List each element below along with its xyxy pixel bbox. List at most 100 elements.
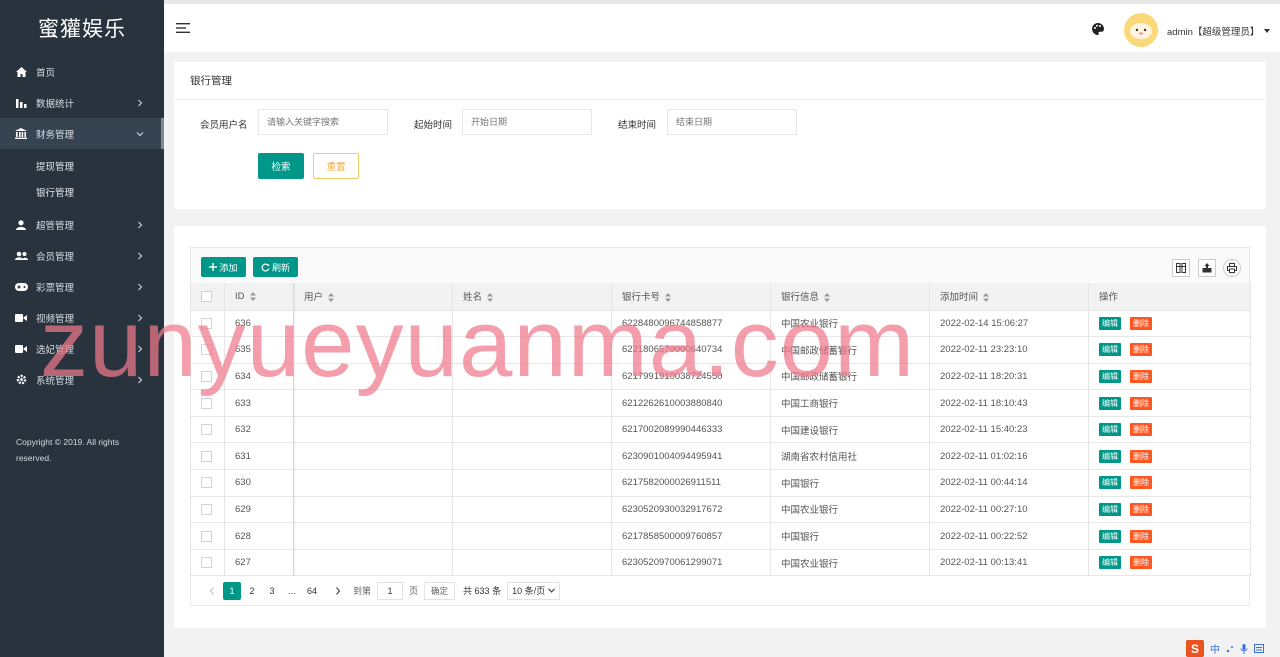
plus-icon [209, 263, 218, 271]
sidebar-item-label: 超管管理 [36, 220, 75, 232]
edit-button[interactable]: 编辑 [1099, 556, 1121, 570]
prev-page-button[interactable] [203, 582, 221, 600]
top-bar: admin【超级管理员】 [164, 0, 1280, 52]
sidebar-item-select[interactable]: 选妃管理 [0, 333, 164, 364]
member-search-input[interactable] [258, 109, 388, 135]
sidebar-item-members[interactable]: 会员管理 [0, 240, 164, 271]
add-button-label: 添加 [219, 262, 238, 273]
delete-button[interactable]: 删除 [1130, 316, 1152, 330]
edit-button[interactable]: 编辑 [1099, 449, 1121, 463]
menu-toggle-icon[interactable] [176, 22, 190, 34]
row-checkbox[interactable] [201, 317, 212, 329]
delete-button[interactable]: 删除 [1130, 449, 1152, 463]
cell-card: 6217858500009760857 [611, 522, 771, 550]
add-button[interactable]: 添加 [201, 257, 246, 277]
search-button[interactable]: 检索 [258, 153, 304, 179]
edit-button[interactable]: 编辑 [1099, 369, 1121, 383]
delete-button[interactable]: 删除 [1130, 396, 1152, 410]
start-date-input[interactable] [462, 109, 592, 135]
sidebar-item-video[interactable]: 视频管理 [0, 302, 164, 333]
column-header-id[interactable]: ID [224, 283, 294, 311]
goto-confirm-button[interactable]: 确定 [424, 581, 456, 600]
table-row: 633 6212262610003880840 中国工商银行 2022-02-11 1… [190, 389, 1251, 417]
brand-logo: 蜜獾娱乐 [38, 17, 126, 41]
cell-bank: 中国银行 [770, 522, 930, 550]
row-checkbox[interactable] [201, 477, 212, 489]
cell-user [293, 496, 453, 524]
row-checkbox[interactable] [201, 530, 212, 542]
row-checkbox[interactable] [201, 503, 212, 515]
next-page-button[interactable] [329, 582, 347, 600]
delete-button[interactable]: 删除 [1130, 343, 1152, 357]
cell-user [293, 363, 453, 391]
reset-button[interactable]: 重置 [313, 153, 359, 179]
sidebar-item-lottery[interactable]: 彩票管理 [0, 271, 164, 302]
column-header-bank[interactable]: 银行信息 [770, 283, 930, 311]
cell-time: 2022-02-11 00:27:10 [929, 496, 1089, 524]
cell-name [452, 336, 612, 364]
delete-button[interactable]: 删除 [1130, 529, 1152, 543]
edit-button[interactable]: 编辑 [1099, 396, 1121, 410]
sidebar-item-label: 选妃管理 [36, 344, 75, 356]
page-size-select[interactable]: 10 条/页 [507, 581, 561, 600]
sidebar-item-home[interactable]: 首页 [0, 56, 164, 87]
edit-button[interactable]: 编辑 [1099, 316, 1121, 330]
export-button[interactable] [1198, 259, 1216, 277]
cell-bank: 中国邮政储蓄银行 [770, 363, 930, 391]
ime-language: 中 [1210, 645, 1220, 656]
column-header-name[interactable]: 姓名 [452, 283, 612, 311]
row-checkbox[interactable] [201, 450, 212, 462]
sidebar-item-label: 财务管理 [36, 129, 75, 141]
table-row: 636 6228480096744858877 中国农业银行 2022-02-14 1… [190, 310, 1251, 338]
cell-card: 6217991910038724550 [611, 363, 771, 391]
delete-button[interactable]: 删除 [1130, 476, 1152, 490]
cell-id: 628 [224, 522, 294, 550]
cell-time: 2022-02-11 18:20:31 [929, 363, 1089, 391]
sidebar: 蜜獾娱乐 首页 数据统计 财务管理 提现管理 银行管理 超管管理 会员管理 彩票… [0, 0, 164, 657]
sidebar-item-stats[interactable]: 数据统计 [0, 87, 164, 118]
row-checkbox[interactable] [201, 370, 212, 382]
sidebar-subitem-bank[interactable]: 银行管理 [0, 179, 164, 205]
columns-filter-button[interactable] [1172, 259, 1190, 277]
page-button-2[interactable]: 2 [243, 582, 261, 600]
page-button-1[interactable]: 1 [223, 581, 241, 600]
sidebar-item-finance[interactable]: 财务管理 [0, 118, 164, 149]
row-select-cell [190, 469, 225, 497]
cell-actions: 编辑 删除 [1088, 336, 1251, 364]
goto-page-input[interactable]: 1 [377, 581, 404, 600]
row-checkbox[interactable] [201, 397, 212, 409]
page-button-3[interactable]: 3 [263, 582, 281, 600]
edit-button[interactable]: 编辑 [1099, 476, 1121, 490]
palette-icon[interactable] [1092, 23, 1104, 35]
edit-button[interactable]: 编辑 [1099, 343, 1121, 357]
print-button[interactable] [1223, 259, 1241, 277]
avatar[interactable] [1124, 13, 1158, 47]
delete-button[interactable]: 删除 [1130, 369, 1152, 383]
column-header-time[interactable]: 添加时间 [929, 283, 1089, 311]
column-header-card[interactable]: 银行卡号 [611, 283, 771, 311]
sidebar-item-system[interactable]: 系统管理 [0, 364, 164, 395]
cell-user [293, 442, 453, 471]
edit-button[interactable]: 编辑 [1099, 502, 1121, 516]
column-header-user[interactable]: 用户 [293, 283, 453, 311]
edit-button[interactable]: 编辑 [1099, 423, 1121, 437]
ime-toolbar[interactable]: S 中 [1186, 640, 1280, 657]
delete-button[interactable]: 删除 [1130, 556, 1152, 570]
edit-button[interactable]: 编辑 [1099, 529, 1121, 543]
finance-submenu: 提现管理 银行管理 [0, 149, 164, 209]
row-checkbox[interactable] [201, 344, 212, 356]
page-button-last[interactable]: 64 [303, 582, 321, 600]
row-checkbox[interactable] [201, 557, 212, 569]
chevron-right-icon [138, 283, 143, 290]
user-menu[interactable]: admin【超级管理员】 [1167, 24, 1271, 38]
delete-button[interactable]: 删除 [1130, 423, 1152, 437]
select-all-checkbox[interactable] [201, 290, 212, 302]
cell-time: 2022-02-11 00:13:41 [929, 549, 1089, 577]
sidebar-subitem-withdraw[interactable]: 提现管理 [0, 153, 164, 179]
row-checkbox[interactable] [201, 424, 212, 436]
refresh-button[interactable]: 刷新 [253, 257, 298, 277]
delete-button[interactable]: 删除 [1130, 502, 1152, 516]
end-date-input[interactable] [667, 109, 797, 135]
sidebar-item-admin[interactable]: 超管管理 [0, 209, 164, 240]
microphone-icon [1240, 643, 1248, 654]
